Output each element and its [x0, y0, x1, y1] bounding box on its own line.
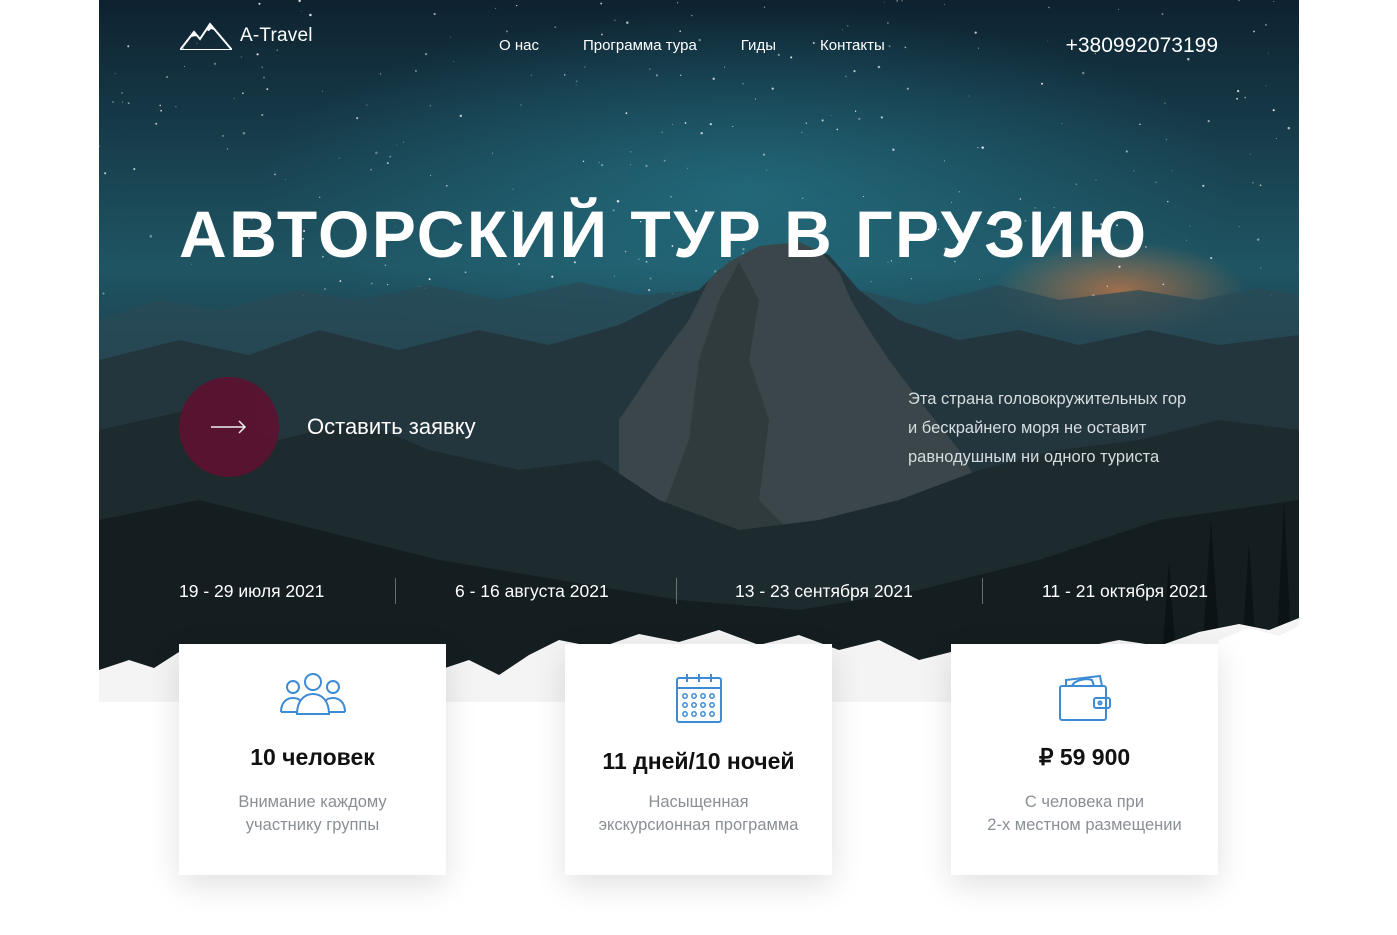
hero-description-line: равнодушным ни одного туриста: [908, 448, 1160, 466]
feature-description-line: Насыщенная: [648, 793, 749, 811]
cta-button[interactable]: [179, 377, 279, 477]
feature-card-duration: 11 дней/10 ночей Насыщенная экскурсионна…: [565, 644, 832, 875]
date-option[interactable]: 19 - 29 июля 2021: [179, 581, 324, 602]
page-title: АВТОРСКИЙ ТУР В ГРУЗИЮ: [179, 197, 1149, 271]
nav-link-about[interactable]: О нас: [499, 37, 539, 54]
mountain-icon: [180, 22, 232, 50]
hero-description: Эта страна головокружительных гор и беск…: [908, 385, 1228, 472]
feature-description-line: Внимание каждому: [238, 793, 387, 811]
divider: [676, 578, 677, 604]
feature-value: 11 дней/10 ночей: [602, 748, 795, 774]
calendar-icon: [675, 674, 722, 723]
landing-page: A-Travel О нас Программа тура Гиды Конта…: [0, 0, 1397, 935]
feature-card-price: ₽ 59 900 С человека при 2-х местном разм…: [951, 644, 1218, 875]
icon-wrap: [565, 672, 832, 730]
cta-label[interactable]: Оставить заявку: [307, 414, 476, 440]
date-option[interactable]: 6 - 16 августа 2021: [455, 581, 609, 602]
arrow-right-icon: [211, 420, 247, 434]
feature-description: Насыщенная экскурсионная программа: [585, 791, 812, 837]
hero-description-line: Эта страна головокружительных гор: [908, 390, 1187, 408]
date-option[interactable]: 13 - 23 сентября 2021: [735, 581, 913, 602]
top-navigation: A-Travel О нас Программа тура Гиды Конта…: [180, 22, 1218, 70]
feature-description-line: экскурсионная программа: [598, 816, 799, 834]
feature-card-group: 10 человек Внимание каждому участнику гр…: [179, 644, 446, 875]
date-option[interactable]: 11 - 21 октября 2021: [1042, 581, 1208, 602]
hero-section: A-Travel О нас Программа тура Гиды Конта…: [99, 0, 1299, 702]
main-menu: О нас Программа тура Гиды Контакты: [499, 37, 885, 54]
tour-dates: 19 - 29 июля 2021 6 - 16 августа 2021 13…: [179, 578, 1211, 608]
feature-value: 10 человек: [250, 744, 375, 770]
group-icon: [279, 673, 346, 715]
nav-link-guides[interactable]: Гиды: [741, 37, 776, 54]
feature-value: ₽ 59 900: [1038, 744, 1131, 770]
feature-description: Внимание каждому участнику группы: [199, 791, 426, 837]
brand-name: A-Travel: [240, 25, 313, 46]
request-cta[interactable]: Оставить заявку: [179, 377, 476, 477]
divider: [395, 578, 396, 604]
phone-number[interactable]: +380992073199: [1066, 34, 1218, 58]
hero-description-line: и бескрайнего моря не оставит: [908, 419, 1147, 437]
icon-wrap: [951, 672, 1218, 730]
nav-link-contacts[interactable]: Контакты: [820, 37, 885, 54]
wallet-icon: [1058, 674, 1111, 721]
logo[interactable]: A-Travel: [180, 22, 313, 50]
feature-description-line: 2-х местном размещении: [987, 816, 1182, 834]
feature-description-line: С человека при: [1024, 793, 1145, 811]
divider: [982, 578, 983, 604]
feature-description: С человека при 2-х местном размещении: [971, 791, 1198, 837]
feature-description-line: участнику группы: [245, 816, 380, 834]
icon-wrap: [179, 672, 446, 730]
nav-link-program[interactable]: Программа тура: [583, 37, 697, 54]
